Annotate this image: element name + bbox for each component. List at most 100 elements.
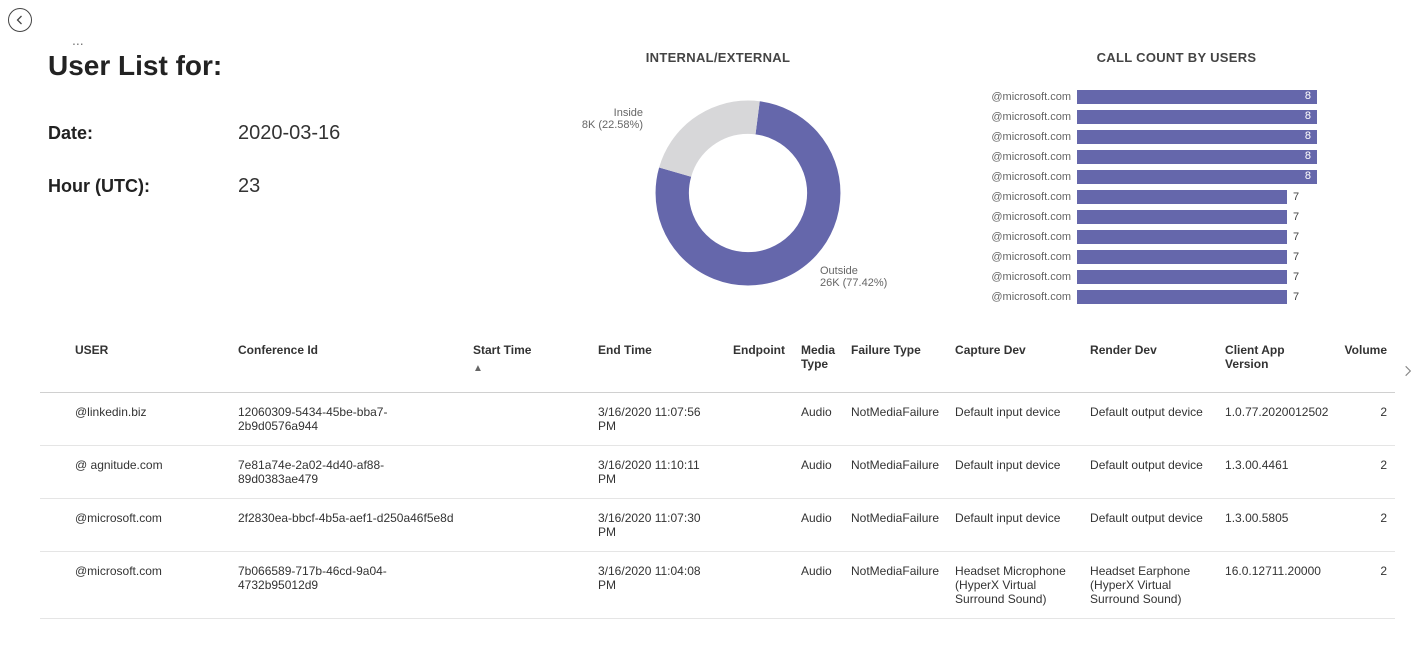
call-records-table[interactable]: USER Conference Id Start Time ▲ End Time… [0, 333, 1425, 619]
cell-start [465, 446, 590, 499]
cell-conf: 12060309-5434-45be-bba7-2b9d0576a944 [230, 393, 465, 446]
bars-title: CALL COUNT BY USERS [968, 50, 1385, 65]
page-title: User List for: [48, 50, 488, 82]
col-render-dev[interactable]: Render Dev [1082, 333, 1217, 393]
bar [1077, 250, 1287, 264]
chevron-right-icon [1401, 364, 1415, 378]
cell-ver: 16.0.12711.20000 [1217, 552, 1336, 619]
cell-fail: NotMediaFailure [843, 393, 947, 446]
bar-value: 8 [1299, 130, 1311, 142]
cell-start [465, 552, 590, 619]
bar: 8 [1077, 90, 1317, 104]
cell-end: 3/16/2020 11:04:08 PM [590, 552, 725, 619]
bar: 8 [1077, 110, 1317, 124]
cell-ver: 1.3.00.5805 [1217, 499, 1336, 552]
bar [1077, 190, 1287, 204]
cell-fail: NotMediaFailure [843, 499, 947, 552]
bar-row[interactable]: @microsoft.com 8 [972, 147, 1385, 167]
cell-media: Audio [793, 499, 843, 552]
bar [1077, 290, 1287, 304]
bar-row[interactable]: @microsoft.com 8 [972, 167, 1385, 187]
col-volume[interactable]: Volume [1336, 333, 1395, 393]
bar-label: @microsoft.com [972, 191, 1077, 203]
bar-label: @microsoft.com [972, 251, 1077, 263]
cell-endpoint [725, 393, 793, 446]
cell-endpoint [725, 552, 793, 619]
cell-cap: Default input device [947, 393, 1082, 446]
bar: 8 [1077, 150, 1317, 164]
bar-row[interactable]: @microsoft.com 7 [972, 287, 1385, 307]
call-count-by-users-chart[interactable]: CALL COUNT BY USERS @microsoft.com 8 @micr… [948, 50, 1385, 307]
cell-user: @linkedin.biz [40, 393, 230, 446]
table-row[interactable]: @microsoft.com2f2830ea-bbcf-4b5a-aef1-d2… [40, 499, 1395, 552]
bar-row[interactable]: @microsoft.com7 [972, 187, 1385, 207]
col-failure-type[interactable]: Failure Type [843, 333, 947, 393]
cell-start [465, 393, 590, 446]
filter-summary: User List for: Date: 2020-03-16 Hour (UT… [48, 50, 488, 228]
bar-value: 7 [1287, 271, 1299, 283]
bar-row[interactable]: @microsoft.com7 [972, 267, 1385, 287]
bar-row[interactable]: @microsoft.com8 [972, 127, 1385, 147]
bar [1077, 210, 1287, 224]
donut-label-outside: Outside 26K (77.42%) [820, 265, 920, 289]
table-row[interactable]: @ agnitude.com7e81a74e-2a02-4d40-af88-89… [40, 446, 1395, 499]
col-media-type[interactable]: Media Type [793, 333, 843, 393]
bar: 8 [1077, 170, 1317, 184]
cell-conf: 7e81a74e-2a02-4d40-af88-89d0383ae479 [230, 446, 465, 499]
cell-fail: NotMediaFailure [843, 552, 947, 619]
bar-label: @microsoft.com [972, 171, 1077, 183]
cell-vol: 2 [1336, 499, 1395, 552]
donut-svg [648, 93, 848, 293]
bar: 8 [1077, 130, 1317, 144]
bar-label: @microsoft.com [972, 291, 1077, 303]
cell-cap: Headset Microphone (HyperX Virtual Surro… [947, 552, 1082, 619]
col-client-app-version[interactable]: Client App Version [1217, 333, 1336, 393]
bar-label: @microsoft.com [972, 231, 1077, 243]
bar-value: 8 [1299, 150, 1311, 162]
cell-user: @microsoft.com [40, 552, 230, 619]
bar-label: @microsoft.com [972, 151, 1077, 163]
col-user[interactable]: USER [40, 333, 230, 393]
cell-ver: 1.0.77.2020012502 [1217, 393, 1336, 446]
date-value: 2020-03-16 [238, 122, 340, 145]
bar [1077, 270, 1287, 284]
bar-row[interactable]: @microsoft.com 7 [972, 227, 1385, 247]
bar-row[interactable]: @microsoft.com 7 [972, 247, 1385, 267]
cell-vol: 2 [1336, 446, 1395, 499]
sort-ascending-icon: ▲ [473, 363, 582, 374]
bar-row[interactable]: @microsoft.com7 [972, 207, 1385, 227]
donut-label-inside: Inside 8K (22.58%) [543, 107, 643, 131]
cell-rend: Default output device [1082, 446, 1217, 499]
cell-cap: Default input device [947, 446, 1082, 499]
col-start-time[interactable]: Start Time ▲ [465, 333, 590, 393]
col-end-time[interactable]: End Time [590, 333, 725, 393]
bar-row[interactable]: @microsoft.com8 [972, 107, 1385, 127]
col-endpoint[interactable]: Endpoint [725, 333, 793, 393]
hour-label: Hour (UTC): [48, 176, 238, 197]
cell-conf: 7b066589-717b-46cd-9a04-4732b95012d9 [230, 552, 465, 619]
cell-rend: Default output device [1082, 499, 1217, 552]
internal-external-chart[interactable]: INTERNAL/EXTERNAL Inside 8K (22.58%) Out… [508, 50, 928, 313]
bar-value: 8 [1299, 110, 1311, 122]
table-row[interactable]: @microsoft.com7b066589-717b-46cd-9a04-47… [40, 552, 1395, 619]
next-page-button[interactable] [1397, 360, 1419, 382]
bar-value: 7 [1287, 251, 1299, 263]
bar [1077, 230, 1287, 244]
breadcrumb-ellipsis[interactable]: ... [72, 32, 84, 48]
col-capture-dev[interactable]: Capture Dev [947, 333, 1082, 393]
table-header[interactable]: USER Conference Id Start Time ▲ End Time… [40, 333, 1395, 393]
back-button[interactable] [8, 8, 32, 32]
cell-conf: 2f2830ea-bbcf-4b5a-aef1-d250a46f5e8d [230, 499, 465, 552]
bar-label: @microsoft.com [972, 211, 1077, 223]
bar-value: 7 [1287, 231, 1299, 243]
table-row[interactable]: @linkedin.biz12060309-5434-45be-bba7-2b9… [40, 393, 1395, 446]
bar-value: 8 [1299, 90, 1311, 102]
cell-user: @ agnitude.com [40, 446, 230, 499]
cell-media: Audio [793, 552, 843, 619]
donut-title: INTERNAL/EXTERNAL [508, 50, 928, 65]
cell-rend: Headset Earphone (HyperX Virtual Surroun… [1082, 552, 1217, 619]
bar-value: 7 [1287, 291, 1299, 303]
bar-row[interactable]: @microsoft.com8 [972, 87, 1385, 107]
col-conference-id[interactable]: Conference Id [230, 333, 465, 393]
bar-value: 8 [1299, 170, 1311, 182]
